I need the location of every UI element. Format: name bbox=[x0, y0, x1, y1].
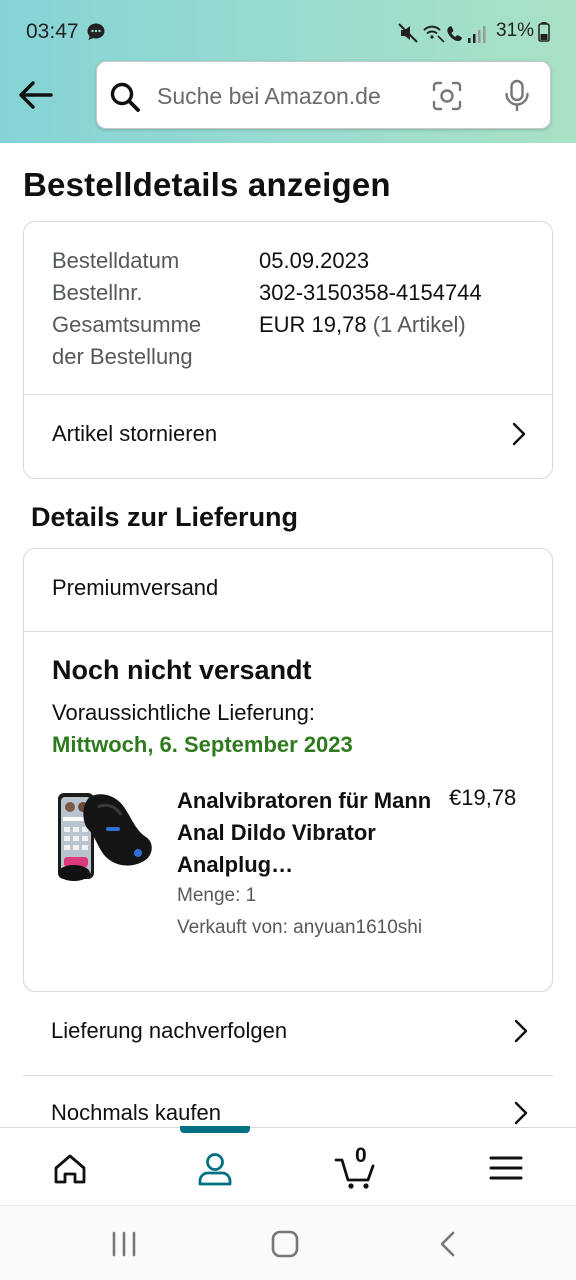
search-box[interactable] bbox=[96, 61, 551, 129]
wifi-calling-icon bbox=[423, 25, 445, 43]
system-navigation-bar bbox=[0, 1205, 576, 1280]
product-image[interactable] bbox=[54, 787, 154, 885]
back-button[interactable] bbox=[16, 78, 56, 112]
search-input[interactable] bbox=[157, 76, 417, 116]
nav-account-button[interactable] bbox=[185, 1146, 245, 1190]
system-back-icon[interactable] bbox=[438, 1230, 458, 1263]
battery-icon bbox=[538, 22, 550, 47]
cancel-items-label: Artikel stornieren bbox=[52, 421, 218, 446]
home-icon bbox=[54, 1154, 86, 1184]
buy-again-label: Nochmals kaufen bbox=[51, 1100, 221, 1125]
mute-icon bbox=[398, 23, 418, 43]
cancel-items-row[interactable]: Artikel stornieren bbox=[24, 395, 552, 479]
recent-apps-icon[interactable] bbox=[110, 1231, 138, 1262]
shipment-status: Noch nicht versandt bbox=[52, 655, 312, 685]
order-summary-card: Bestelldatum 05.09.2023 Bestellnr. 302-3… bbox=[23, 221, 553, 479]
order-total-value: EUR 19,78 (1 Artikel) bbox=[259, 312, 466, 338]
divider bbox=[24, 631, 552, 632]
cart-count-badge: 0 bbox=[355, 1144, 367, 1167]
expected-delivery-label: Voraussichtliche Lieferung: bbox=[52, 700, 315, 725]
active-tab-indicator bbox=[180, 1126, 250, 1133]
chevron-right-icon bbox=[514, 1101, 528, 1130]
order-total-label: Gesamtsumme bbox=[52, 312, 202, 337]
arrow-left-icon bbox=[19, 81, 53, 109]
bottom-navigation: 0 bbox=[0, 1126, 576, 1204]
chevron-right-icon bbox=[514, 1019, 528, 1048]
nav-home-button[interactable] bbox=[40, 1146, 100, 1190]
product-quantity: Menge: 1 bbox=[177, 885, 257, 906]
menu-icon bbox=[489, 1156, 523, 1180]
home-square-icon[interactable] bbox=[271, 1230, 299, 1263]
product-seller: Verkauft von: anyuan1610shi bbox=[177, 917, 423, 938]
order-date-label: Bestelldatum bbox=[52, 248, 180, 273]
track-package-row[interactable]: Lieferung nachverfolgen bbox=[23, 994, 553, 1074]
signal-icon bbox=[468, 26, 486, 43]
chevron-right-icon bbox=[512, 422, 526, 451]
app-header: 03:47 31% bbox=[0, 0, 576, 143]
account-icon bbox=[198, 1153, 232, 1186]
delivery-heading: Details zur Lieferung bbox=[31, 502, 299, 532]
call-icon bbox=[447, 26, 462, 42]
order-item-count: (1 Artikel) bbox=[372, 312, 466, 337]
camera-scan-icon[interactable] bbox=[431, 80, 463, 117]
status-icons bbox=[398, 22, 492, 49]
chat-bubble-icon bbox=[86, 22, 106, 47]
expected-delivery-date: Mittwoch, 6. September 2023 bbox=[52, 732, 353, 757]
microphone-icon[interactable] bbox=[503, 79, 531, 118]
track-package-label: Lieferung nachverfolgen bbox=[51, 1018, 288, 1043]
nav-menu-button[interactable] bbox=[476, 1146, 536, 1190]
order-date-value: 05.09.2023 bbox=[259, 248, 370, 273]
order-number-value: 302-3150358-4154744 bbox=[259, 280, 482, 305]
product-price: €19,78 bbox=[449, 785, 517, 810]
delivery-card: Premiumversand Noch nicht versandt Vorau… bbox=[23, 548, 553, 992]
shipping-speed: Premiumversand bbox=[52, 575, 219, 600]
nav-cart-button[interactable]: 0 bbox=[330, 1144, 390, 1190]
page-title: Bestelldetails anzeigen bbox=[23, 166, 391, 203]
search-icon bbox=[109, 81, 143, 118]
battery-percentage: 31% bbox=[496, 20, 535, 41]
order-total-label-line2: der Bestellung bbox=[52, 344, 193, 369]
order-total-amount: EUR 19,78 bbox=[259, 312, 367, 337]
order-number-label: Bestellnr. bbox=[52, 280, 143, 305]
product-title[interactable]: Analvibratoren für Mann Anal Dildo Vibra… bbox=[177, 785, 437, 881]
status-time: 03:47 bbox=[26, 20, 79, 43]
